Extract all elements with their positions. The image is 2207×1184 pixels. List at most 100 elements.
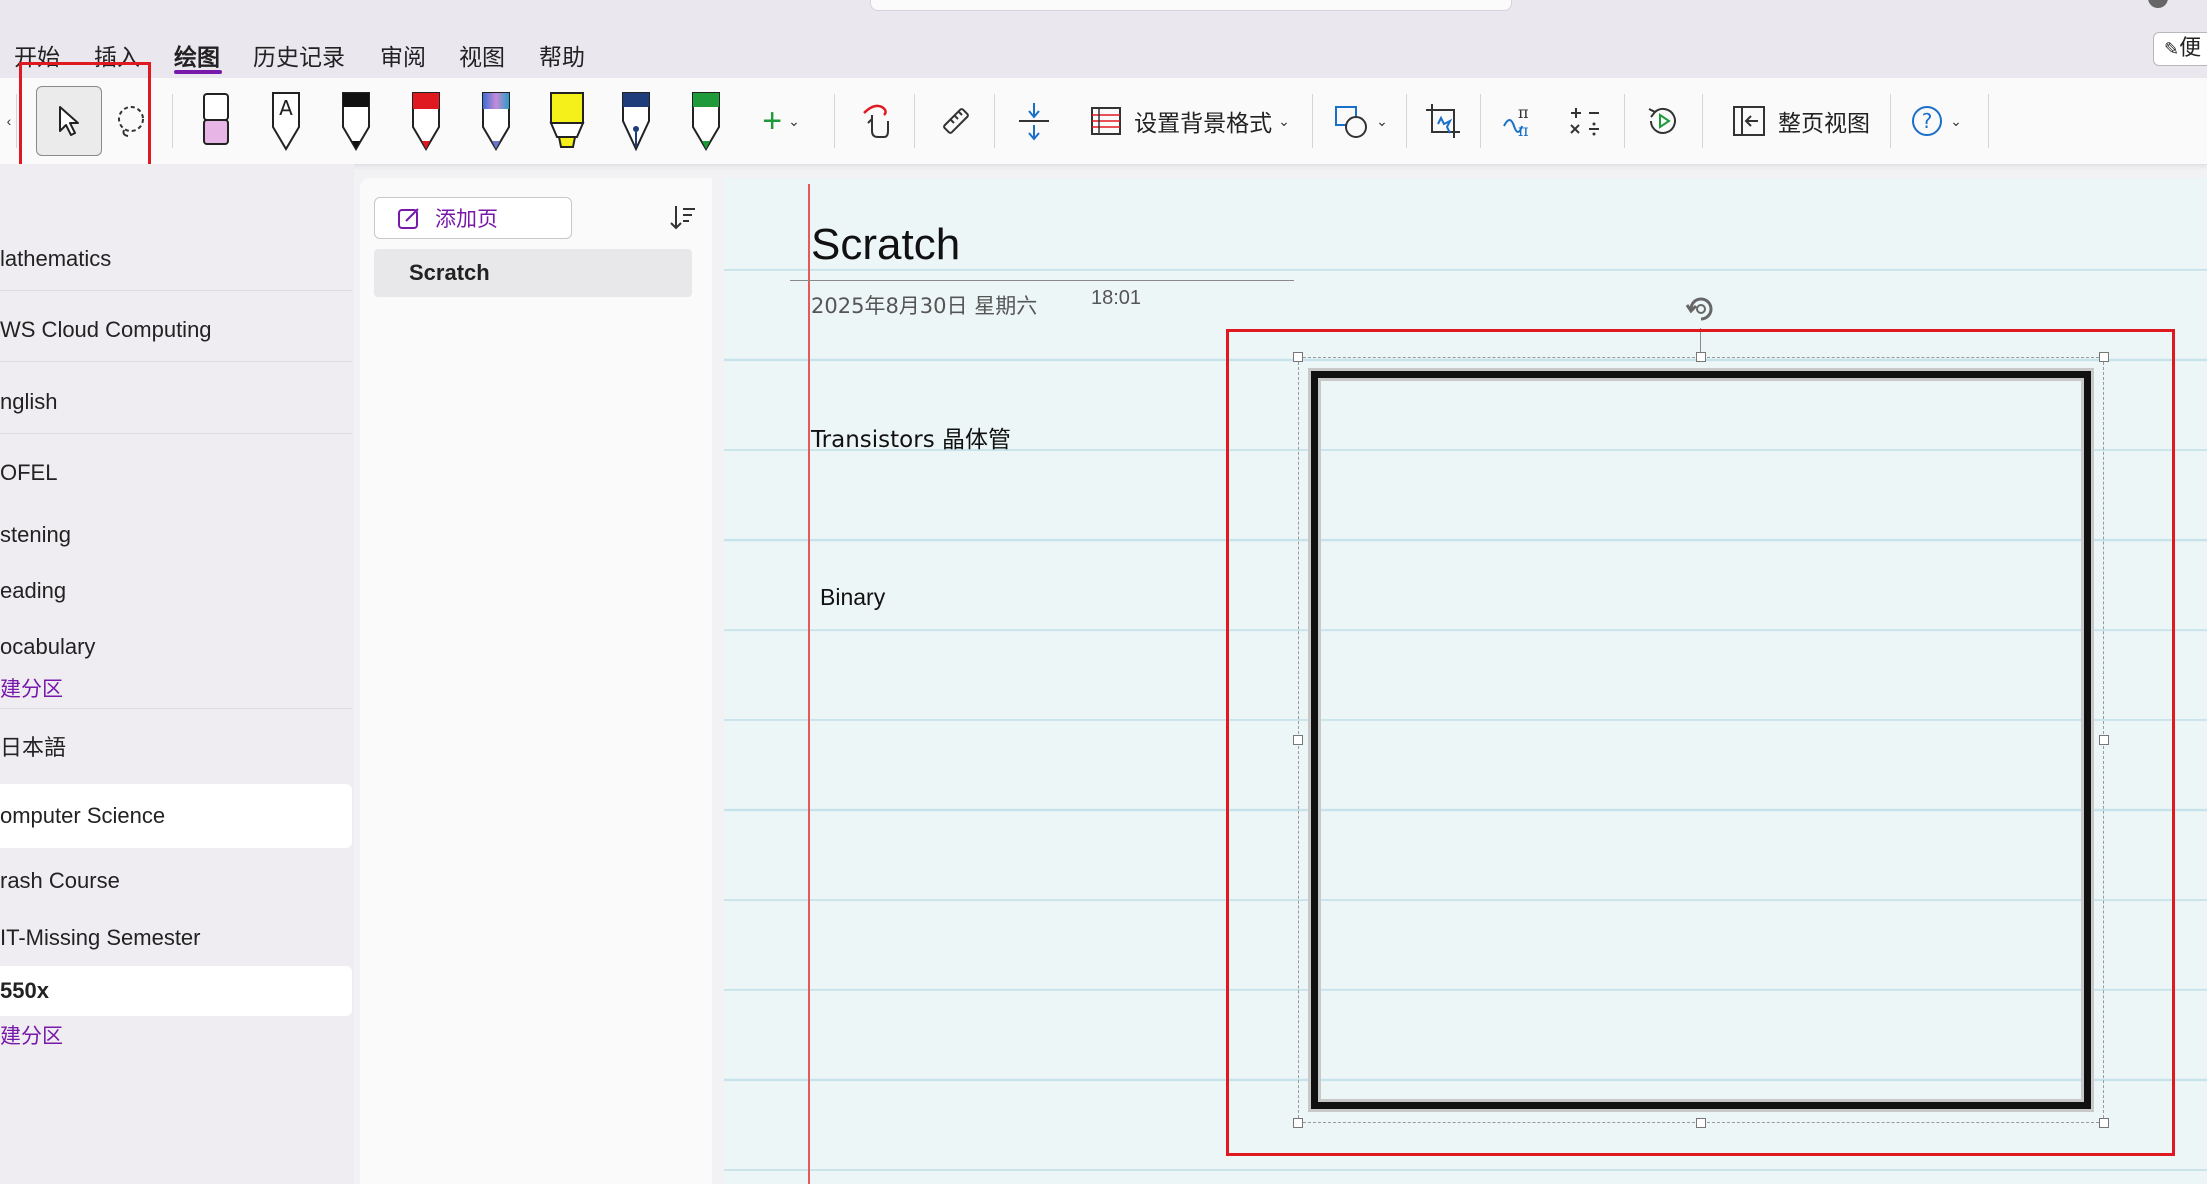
text-pen-tool[interactable]: A <box>266 78 306 164</box>
red-pen-tool[interactable] <box>406 78 446 164</box>
eraser-icon <box>203 93 229 145</box>
green-pen-tool[interactable] <box>686 78 726 164</box>
full-page-view-label: 整页视图 <box>1778 111 1870 137</box>
insert-space-button[interactable] <box>1010 78 1058 164</box>
search-box[interactable] <box>870 0 1512 11</box>
select-tool-button[interactable] <box>36 78 102 164</box>
section-list: lathematics WS Cloud Computing nglish OF… <box>0 164 354 1184</box>
ink-to-shape-button[interactable] <box>1418 78 1468 164</box>
rotate-handle-icon[interactable] <box>1683 291 1719 327</box>
section-item[interactable]: WS Cloud Computing <box>0 312 352 348</box>
section-item-active[interactable]: 550x <box>0 966 352 1016</box>
section-item[interactable]: ocabulary <box>0 629 352 665</box>
tab-home[interactable]: 开始 <box>14 38 60 72</box>
add-page-icon <box>398 208 419 229</box>
tab-draw[interactable]: 绘图 <box>174 38 220 72</box>
touch-draw-icon <box>863 104 889 138</box>
section-item[interactable]: IT-Missing Semester <box>0 920 352 956</box>
format-background-label: 设置背景格式 <box>1134 111 1273 137</box>
chevron-down-icon: ⌄ <box>1278 112 1290 129</box>
note-text[interactable]: Binary <box>820 584 885 611</box>
page-item-selected[interactable]: Scratch <box>374 249 692 297</box>
section-item[interactable]: OFEL <box>0 455 352 491</box>
pen-black-icon <box>342 92 370 151</box>
resize-handle-top[interactable] <box>1696 352 1706 362</box>
math-button[interactable] <box>1560 78 1610 164</box>
add-page-button[interactable]: 添加页 <box>374 197 572 239</box>
fountain-pen-icon <box>622 92 650 151</box>
active-tab-indicator <box>174 70 222 74</box>
resize-handle-left[interactable] <box>1293 735 1303 745</box>
drawn-rectangle-shape[interactable] <box>1311 371 2091 1109</box>
lasso-select-button[interactable] <box>108 78 154 164</box>
math-operators-icon <box>1570 108 1599 136</box>
note-text[interactable]: Transistors 晶体管 <box>811 420 1011 454</box>
sticky-notes-label: 便 <box>2179 36 2202 61</box>
sticky-note-icon: ✎ <box>2164 39 2180 60</box>
tab-help[interactable]: 帮助 <box>539 38 585 72</box>
yellow-highlighter-tool[interactable] <box>544 78 590 164</box>
black-pen-tool[interactable] <box>336 78 376 164</box>
pen-galaxy-icon <box>482 92 510 151</box>
new-section-link[interactable]: 建分区 <box>0 1020 352 1052</box>
resize-handle-bottom-right[interactable] <box>2099 1118 2109 1128</box>
fountain-pen-tool[interactable] <box>616 78 656 164</box>
ink-to-math-icon: ππ <box>1503 103 1529 140</box>
section-item[interactable]: nglish <box>0 384 352 420</box>
svg-text:π: π <box>1518 103 1529 122</box>
ink-replay-button[interactable] <box>1638 78 1688 164</box>
svg-text:A: A <box>279 96 293 120</box>
resize-handle-bottom[interactable] <box>1696 1118 1706 1128</box>
chevron-down-icon: ⌄ <box>788 112 800 129</box>
tab-history[interactable]: 历史记录 <box>253 38 345 72</box>
section-item[interactable]: stening <box>0 517 352 553</box>
shapes-button[interactable]: ⌄ <box>1328 78 1394 164</box>
background-lines-icon <box>1091 107 1122 135</box>
ruler-icon <box>943 108 969 134</box>
ink-to-math-button[interactable]: ππ <box>1494 78 1544 164</box>
shapes-icon <box>1335 106 1368 138</box>
section-item[interactable]: eading <box>0 573 352 609</box>
highlighter-yellow-icon <box>549 92 585 148</box>
page-date: 2025年8月30日 星期六 <box>811 294 1038 318</box>
tab-insert[interactable]: 插入 <box>94 38 140 72</box>
full-page-view-button[interactable]: 整页视图 <box>1716 78 1886 164</box>
ribbon-scroll-left[interactable]: ‹ <box>0 78 12 164</box>
draw-ribbon: ‹ A + ⌄ 设置背景格式 ⌄ ⌄ π π 整页视图 ? ⌄ <box>0 78 2207 165</box>
section-item[interactable]: 日本語 <box>0 731 352 767</box>
help-button[interactable]: ? ⌄ <box>1904 78 1968 164</box>
lasso-icon <box>118 106 144 137</box>
sticky-notes-button[interactable]: ✎便 <box>2153 32 2207 66</box>
full-page-view-icon <box>1733 106 1765 136</box>
page-title[interactable]: Scratch <box>811 220 960 270</box>
resize-handle-top-right[interactable] <box>2099 352 2109 362</box>
add-pen-button[interactable]: + ⌄ <box>750 78 812 164</box>
galaxy-pen-tool[interactable] <box>476 78 516 164</box>
sort-pages-icon[interactable] <box>668 203 698 233</box>
replay-icon <box>1648 107 1676 134</box>
menu-bar: 开始 插入 绘图 历史记录 审阅 视图 帮助 ✎便 <box>0 16 2207 78</box>
resize-handle-right[interactable] <box>2099 735 2109 745</box>
section-group-selected[interactable]: omputer Science <box>0 784 352 848</box>
page-list: 添加页 Scratch <box>360 178 712 1184</box>
plus-icon: + <box>762 102 783 140</box>
chevron-down-icon: ⌄ <box>1950 112 1962 129</box>
eraser-tool[interactable] <box>196 78 236 164</box>
section-item[interactable]: rash Course <box>0 863 352 899</box>
ruler-button[interactable] <box>932 78 980 164</box>
resize-handle-bottom-left[interactable] <box>1293 1118 1303 1128</box>
section-item[interactable]: lathematics <box>0 241 352 277</box>
page-margin-line <box>808 184 810 1184</box>
pen-red-icon <box>412 92 440 151</box>
chevron-down-icon: ⌄ <box>1376 112 1388 129</box>
resize-handle-top-left[interactable] <box>1293 352 1303 362</box>
page-time: 18:01 <box>1091 287 1142 309</box>
touch-draw-button[interactable] <box>852 78 900 164</box>
add-page-label: 添加页 <box>435 207 498 231</box>
new-section-link[interactable]: 建分区 <box>0 673 352 705</box>
title-underline <box>790 280 1294 281</box>
svg-text:?: ? <box>1922 109 1933 133</box>
format-background-button[interactable]: 设置背景格式 ⌄ <box>1078 78 1302 164</box>
tab-view[interactable]: 视图 <box>459 38 505 72</box>
tab-review[interactable]: 审阅 <box>380 38 426 72</box>
